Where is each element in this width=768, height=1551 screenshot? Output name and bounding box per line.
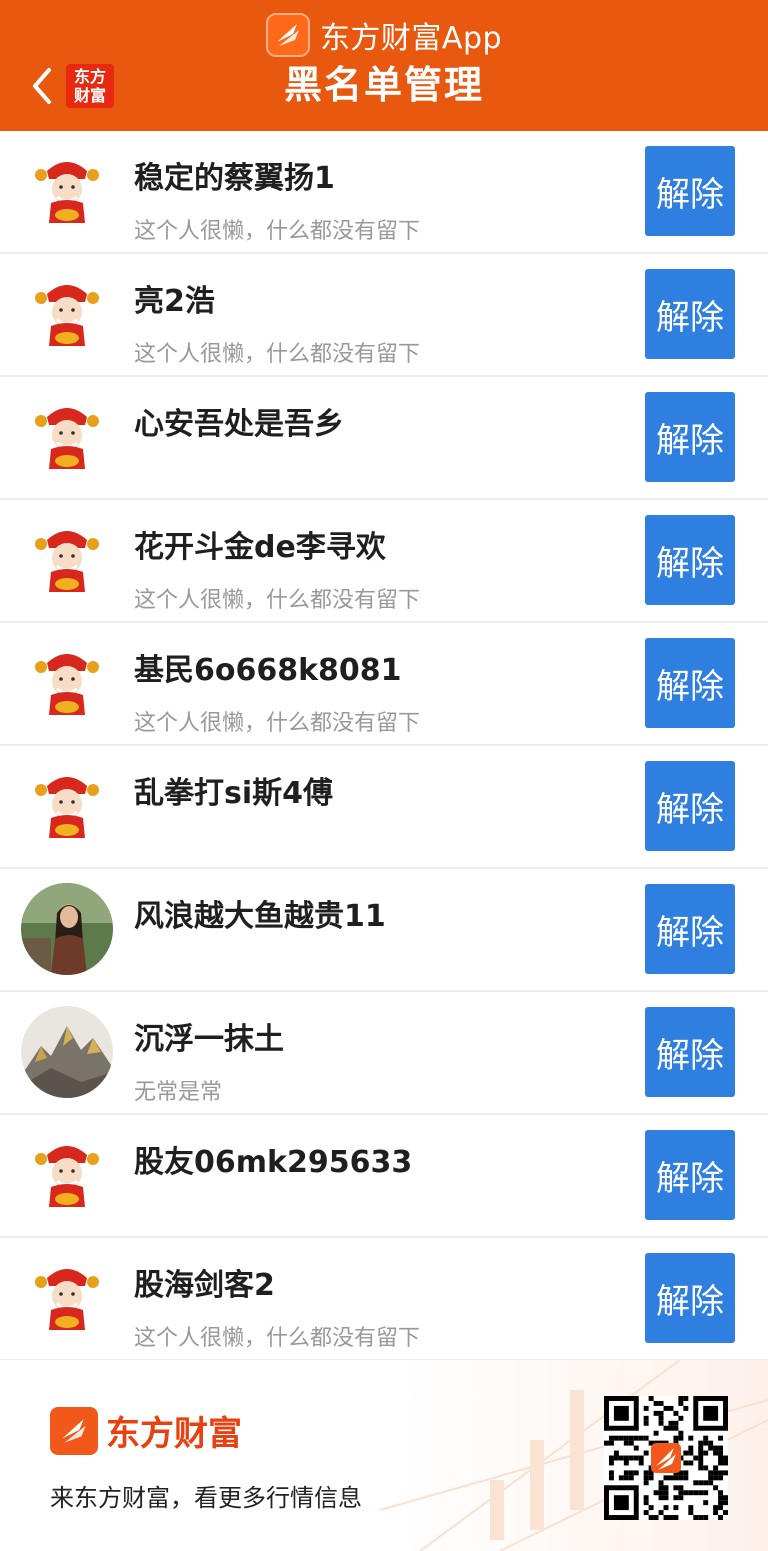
qr-code-icon (604, 1396, 728, 1520)
eastmoney-logo-icon (50, 1406, 98, 1455)
app-brand: 东方财富App (0, 12, 768, 58)
blacklist-list: 稳定的蔡翼扬1 这个人很懒，什么都没有留下 解除 亮2浩 这个人很懒，什么都没有留下 解除… (0, 131, 768, 1361)
user-description: 这个人很懒，什么都没有留下 (134, 1326, 421, 1351)
user-name[interactable]: 心安吾处是吾乡 (134, 399, 344, 443)
footer-banner[interactable]: 东方财富 来东方财富，看更多行情信息 (0, 1360, 768, 1551)
fortune-god-mascot-icon (21, 391, 113, 483)
user-name[interactable]: 股友06mk295633 (134, 1137, 412, 1181)
user-description: 这个人很懒，什么都没有留下 (134, 711, 421, 736)
user-name[interactable]: 稳定的蔡翼扬1 (134, 153, 335, 197)
avatar[interactable] (21, 760, 113, 852)
list-item: 风浪越大鱼越贵11 解除 (0, 869, 768, 992)
list-item: 心安吾处是吾乡 解除 (0, 377, 768, 500)
app-header: 东方财富App 东方 财富 黑名单管理 (0, 0, 768, 131)
avatar[interactable] (21, 1129, 113, 1221)
fortune-god-mascot-icon (21, 268, 113, 360)
unblock-button[interactable]: 解除 (645, 1130, 735, 1220)
user-name[interactable]: 股海剑客2 (134, 1260, 275, 1304)
list-item: 稳定的蔡翼扬1 这个人很懒，什么都没有留下 解除 (0, 131, 768, 254)
avatar[interactable] (21, 1252, 113, 1344)
user-name[interactable]: 基民6o668k8081 (134, 645, 402, 689)
unblock-button[interactable]: 解除 (645, 1007, 735, 1097)
unblock-button[interactable]: 解除 (645, 146, 735, 236)
app-name: 东方财富App (319, 21, 503, 56)
avatar[interactable] (21, 391, 113, 483)
user-description: 这个人很懒，什么都没有留下 (134, 588, 421, 613)
avatar[interactable] (21, 1006, 113, 1098)
fortune-god-mascot-icon (21, 514, 113, 606)
mountain-photo-icon (21, 1006, 113, 1098)
list-item: 基民6o668k8081 这个人很懒，什么都没有留下 解除 (0, 623, 768, 746)
list-item: 亮2浩这个人很懒，什么都没有留下 解除 (0, 254, 768, 377)
list-item: 花开斗金de李寻欢这个人很懒，什么都没有留下 解除 (0, 500, 768, 623)
user-name[interactable]: 亮2浩 (134, 276, 215, 320)
avatar[interactable] (21, 145, 113, 237)
unblock-button[interactable]: 解除 (645, 638, 735, 728)
user-name[interactable]: 乱拳打si斯4傅 (134, 768, 333, 812)
list-item: 沉浮一抹土无常是常 解除 (0, 992, 768, 1115)
avatar[interactable] (21, 637, 113, 729)
user-photo-icon (21, 883, 113, 975)
user-description: 无常是常 (134, 1080, 223, 1105)
fortune-god-mascot-icon (21, 1129, 113, 1221)
footer-logo: 东方财富 (50, 1406, 242, 1455)
fortune-god-mascot-icon (21, 145, 113, 237)
user-name[interactable]: 风浪越大鱼越贵11 (134, 891, 386, 935)
unblock-button[interactable]: 解除 (645, 884, 735, 974)
unblock-button[interactable]: 解除 (645, 269, 735, 359)
list-item: 股海剑客2 这个人很懒，什么都没有留下 解除 (0, 1238, 768, 1361)
user-name[interactable]: 沉浮一抹土 (134, 1014, 284, 1058)
user-description: 这个人很懒，什么都没有留下 (134, 342, 421, 367)
eastmoney-logo-icon (265, 13, 310, 57)
avatar[interactable] (21, 268, 113, 360)
fortune-god-mascot-icon (21, 1252, 113, 1344)
avatar[interactable] (21, 514, 113, 606)
user-description: 这个人很懒，什么都没有留下 (134, 219, 421, 244)
list-item: 乱拳打si斯4傅 解除 (0, 746, 768, 869)
user-name[interactable]: 花开斗金de李寻欢 (134, 522, 386, 566)
unblock-button[interactable]: 解除 (645, 515, 735, 605)
unblock-button[interactable]: 解除 (645, 761, 735, 851)
footer-slogan: 来东方财富，看更多行情信息 (50, 1484, 362, 1512)
unblock-button[interactable]: 解除 (645, 392, 735, 482)
fortune-god-mascot-icon (21, 760, 113, 852)
fortune-god-mascot-icon (21, 637, 113, 729)
list-item: 股友06mk295633 解除 (0, 1115, 768, 1238)
footer-brand: 东方财富 (106, 1414, 242, 1454)
page-title: 黑名单管理 (283, 63, 484, 107)
avatar[interactable] (21, 883, 113, 975)
unblock-button[interactable]: 解除 (645, 1253, 735, 1343)
